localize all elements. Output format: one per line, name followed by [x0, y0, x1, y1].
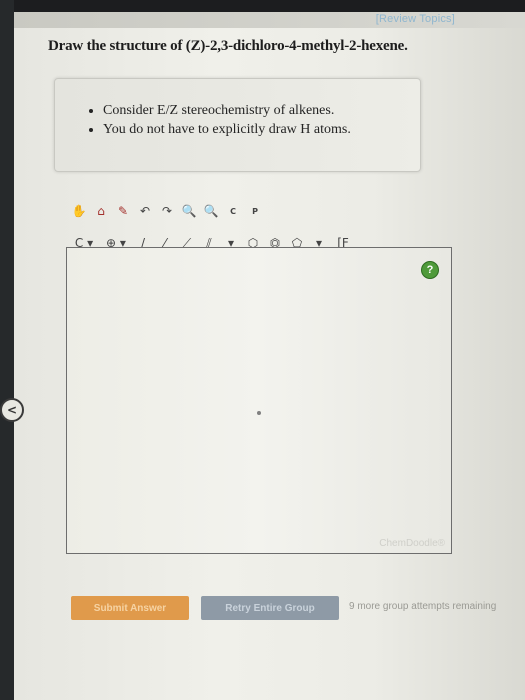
previous-arrow-icon[interactable]: <: [0, 398, 24, 422]
c-label-icon[interactable]: C: [226, 203, 240, 219]
lasso-icon[interactable]: ⌂: [94, 203, 108, 219]
review-topics-link[interactable]: [Review Topics]: [376, 13, 455, 25]
zoom-out-icon[interactable]: 🔍: [204, 203, 219, 219]
submit-answer-button[interactable]: Submit Answer: [71, 596, 189, 620]
drawing-toolbar-top: ✋ ⌂ ✎ ↶ ↷ 🔍 🔍 C P: [72, 200, 262, 222]
hand-icon[interactable]: ✋: [72, 203, 87, 219]
attempts-remaining-text: 9 more group attempts remaining: [349, 601, 497, 612]
question-text: Draw the structure of (Z)-2,3-dichloro-4…: [48, 38, 408, 54]
undo-icon[interactable]: ↶: [138, 203, 152, 219]
drawing-canvas[interactable]: ? ChemDoodle®: [66, 247, 452, 554]
top-bar: [14, 0, 525, 12]
help-icon[interactable]: ?: [421, 261, 439, 279]
hint-item: Consider E/Z stereochemistry of alkenes.: [103, 101, 420, 120]
chemdoodle-watermark: ChemDoodle®: [379, 538, 445, 549]
canvas-center-dot: [257, 411, 261, 415]
p-label-icon[interactable]: P: [248, 203, 262, 219]
app-window: [Review Topics] Draw the structure of (Z…: [14, 0, 525, 700]
retry-entire-group-button[interactable]: Retry Entire Group: [201, 596, 339, 620]
eraser-icon[interactable]: ✎: [116, 203, 130, 219]
hint-list: Consider E/Z stereochemistry of alkenes.…: [95, 101, 420, 139]
hint-box: Consider E/Z stereochemistry of alkenes.…: [54, 78, 421, 172]
zoom-in-icon[interactable]: 🔍: [182, 203, 197, 219]
redo-icon[interactable]: ↷: [160, 203, 174, 219]
hint-item: You do not have to explicitly draw H ato…: [103, 120, 420, 139]
